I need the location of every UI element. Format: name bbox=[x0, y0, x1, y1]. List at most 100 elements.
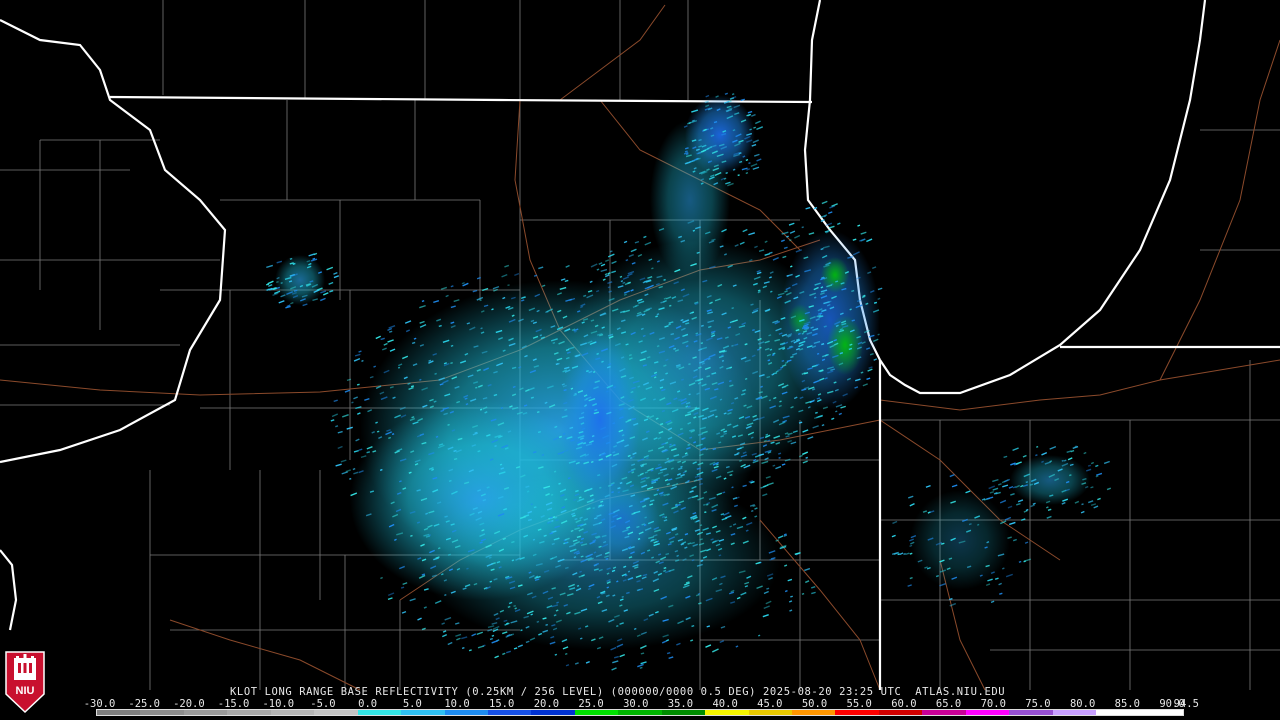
echo-speckle bbox=[349, 477, 352, 480]
echo-speckle bbox=[1083, 451, 1087, 455]
echo-speckle bbox=[811, 591, 816, 595]
echo-speckle bbox=[468, 649, 472, 652]
echo-speckle bbox=[267, 280, 274, 285]
echo-speckle bbox=[442, 633, 448, 638]
echo-speckle bbox=[345, 469, 351, 473]
echo-speckle bbox=[838, 412, 842, 416]
echo-speckle bbox=[788, 600, 793, 603]
echo-speckle bbox=[668, 656, 674, 660]
echo-speckle bbox=[489, 637, 493, 641]
echo-speckle bbox=[801, 592, 805, 595]
echo-speckle bbox=[705, 644, 712, 648]
echo-speckle bbox=[1090, 486, 1094, 489]
echo-speckle bbox=[828, 225, 835, 229]
echo-speckle bbox=[538, 266, 544, 270]
echo-speckle bbox=[361, 359, 364, 362]
echo-speckle bbox=[1097, 497, 1101, 501]
colorbar-swatch bbox=[97, 710, 141, 715]
echo-speckle bbox=[445, 294, 449, 298]
echo-speckle bbox=[461, 646, 465, 650]
colorbar-swatch bbox=[487, 710, 532, 715]
echo-speckle bbox=[756, 158, 762, 162]
echo-speckle bbox=[565, 664, 570, 667]
echo-speckle bbox=[999, 592, 1003, 595]
colorbar-swatch bbox=[270, 710, 315, 715]
echo-speckle bbox=[440, 286, 448, 290]
echo-speckle bbox=[925, 484, 931, 488]
echo-speckle bbox=[805, 456, 809, 459]
echo-speckle bbox=[804, 567, 811, 572]
echo-speckle bbox=[1023, 509, 1028, 513]
echo-speckle bbox=[1003, 478, 1011, 483]
echo-speckle bbox=[1081, 503, 1084, 506]
echo-speckle bbox=[905, 552, 910, 556]
echo-speckle bbox=[1041, 451, 1048, 456]
echo-speckle bbox=[358, 448, 363, 451]
echo-speckle bbox=[634, 240, 640, 244]
echo-speckle bbox=[471, 633, 477, 637]
echo-speckle bbox=[454, 622, 460, 625]
colorbar-swatch bbox=[140, 710, 184, 715]
echo-speckle bbox=[1106, 487, 1112, 491]
echo-speckle bbox=[745, 171, 749, 175]
echo-speckle bbox=[326, 266, 334, 271]
echo-speckle bbox=[346, 378, 352, 382]
colorbar-swatch bbox=[314, 710, 358, 715]
colorbar-swatch bbox=[183, 710, 228, 715]
echo-speckle bbox=[643, 235, 647, 239]
echo-speckle bbox=[1046, 515, 1052, 519]
echo-speckle bbox=[737, 174, 740, 177]
echo-speckle bbox=[441, 622, 445, 625]
echo-speckle bbox=[783, 246, 788, 250]
colorbar-swatch bbox=[922, 710, 966, 715]
echo-speckle bbox=[640, 661, 647, 665]
echo-speckle bbox=[1002, 567, 1005, 570]
echo-speckle bbox=[790, 595, 793, 598]
echo-speckle bbox=[992, 487, 999, 491]
echo-speckle bbox=[1074, 500, 1080, 504]
echo-speckle bbox=[355, 406, 362, 410]
echo-speckle bbox=[351, 401, 354, 404]
echo-speckle bbox=[821, 200, 828, 205]
echo-speckle bbox=[765, 600, 772, 605]
echo-speckle bbox=[997, 483, 1002, 486]
echo-speckle bbox=[276, 260, 283, 264]
echo-speckle bbox=[891, 534, 896, 538]
echo-speckle bbox=[986, 496, 994, 500]
echo-speckle bbox=[903, 552, 906, 556]
echo-speckle bbox=[640, 652, 645, 655]
echo-speckle bbox=[1049, 445, 1057, 450]
echo-speckle bbox=[604, 259, 610, 262]
echo-speckle bbox=[1012, 538, 1017, 542]
echo-speckle bbox=[456, 637, 461, 641]
colorbar-swatch bbox=[531, 710, 575, 715]
echo-speckle bbox=[742, 228, 748, 233]
echo-speckle bbox=[899, 552, 904, 556]
echo-speckle bbox=[380, 576, 383, 580]
echo-speckle bbox=[781, 463, 786, 466]
echo-speckle bbox=[676, 642, 681, 646]
echo-speckle bbox=[821, 424, 825, 427]
colorbar-swatch bbox=[661, 710, 706, 715]
echo-speckle bbox=[504, 264, 510, 268]
echo-speckle bbox=[639, 666, 643, 669]
echo-speckle bbox=[690, 639, 694, 642]
echo-speckle bbox=[1035, 454, 1038, 457]
echo-speckle bbox=[805, 206, 811, 210]
echo-speckle bbox=[637, 663, 644, 668]
echo-speckle bbox=[373, 365, 377, 368]
echo-speckle bbox=[989, 491, 995, 494]
echo-speckle bbox=[805, 580, 810, 584]
echo-speckle bbox=[611, 667, 617, 671]
echo-speckle bbox=[794, 234, 801, 239]
echo-speckle bbox=[353, 357, 361, 362]
echo-speckle bbox=[719, 640, 725, 644]
echo-speckle bbox=[409, 598, 416, 602]
echo-speckle bbox=[375, 335, 381, 340]
echo-speckle bbox=[340, 459, 347, 463]
logo-text: NIU bbox=[16, 685, 35, 697]
echo-speckle bbox=[455, 633, 462, 637]
echo-speckle bbox=[777, 535, 784, 539]
echo-speckle bbox=[506, 650, 511, 654]
echo-speckle bbox=[808, 232, 815, 235]
